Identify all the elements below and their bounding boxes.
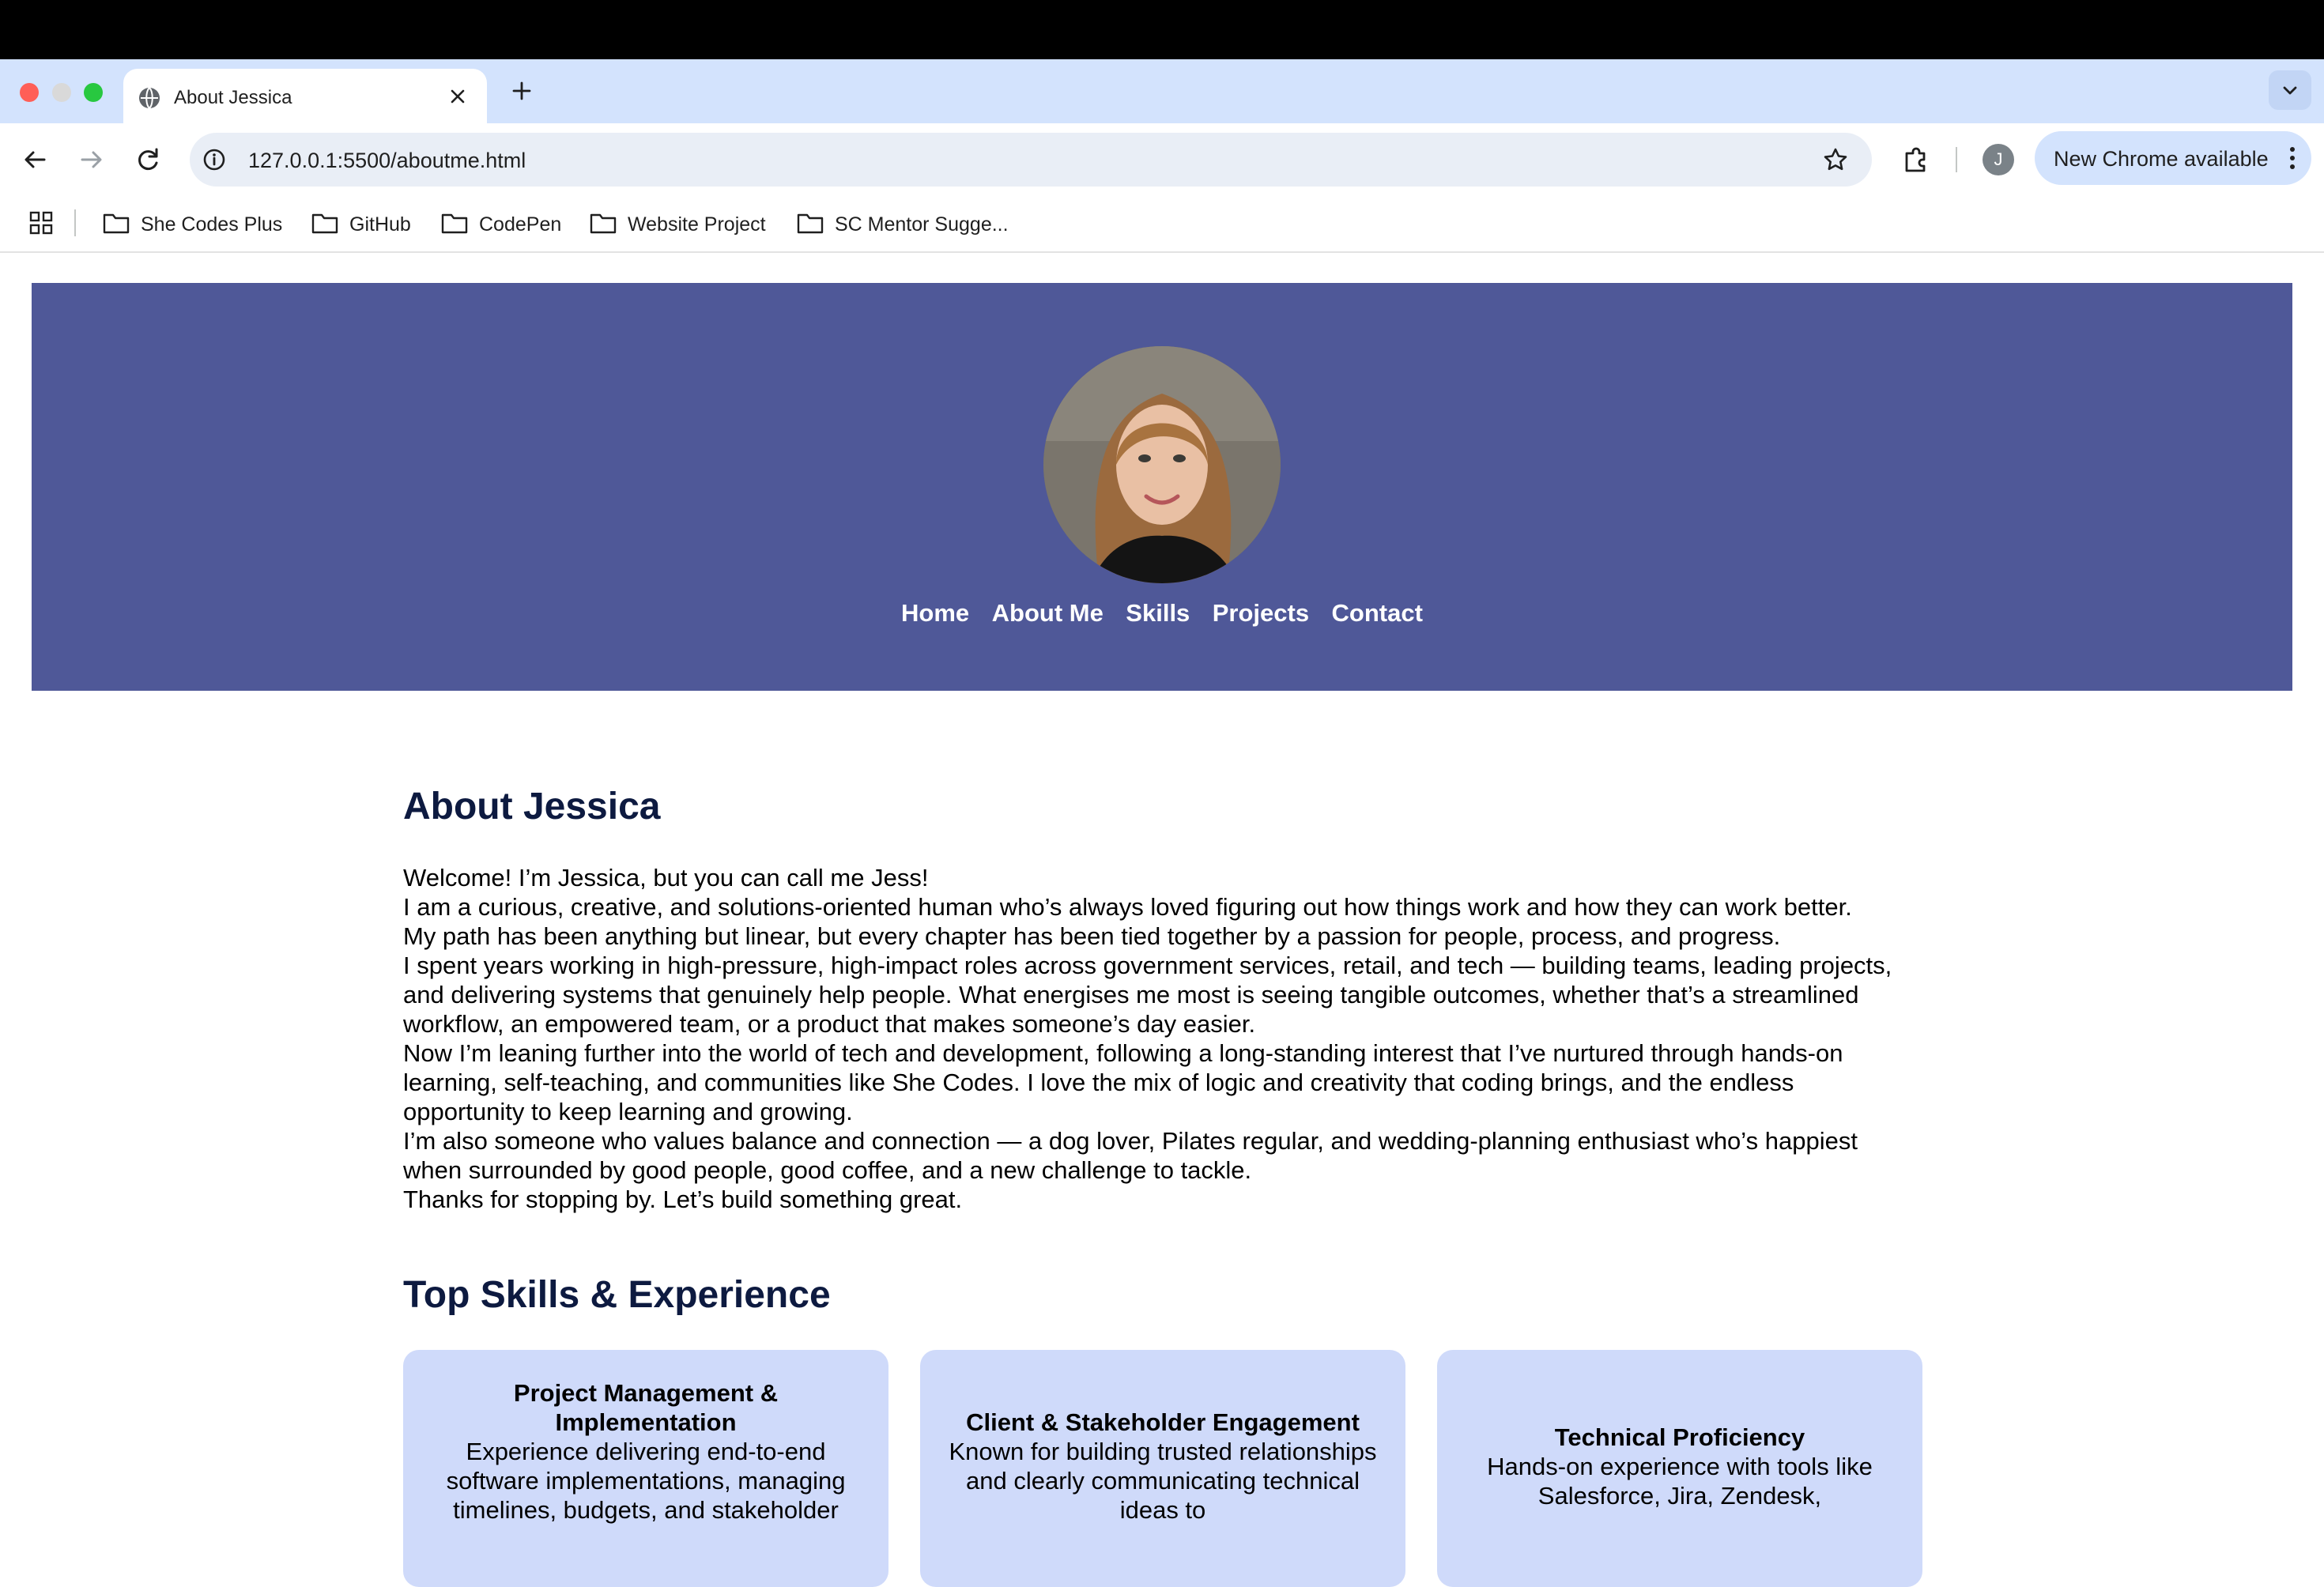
chevron-down-icon xyxy=(2283,86,2297,95)
main-nav: Home About Me Skills Projects Contact xyxy=(32,599,2292,628)
bookmark-label: GitHub xyxy=(349,213,411,236)
folder-icon xyxy=(441,213,468,234)
skill-card-title: Technical Proficiency xyxy=(1554,1423,1805,1451)
chrome-update-button[interactable]: New Chrome available xyxy=(2035,131,2311,185)
apps-grid-icon[interactable] xyxy=(28,210,54,236)
bio-paragraph: Welcome! I’m Jessica, but you can call m… xyxy=(403,864,929,892)
skill-card-title: Client & Stakeholder Engagement xyxy=(966,1408,1360,1436)
skill-card-description: Known for building trusted relationships… xyxy=(949,1438,1377,1524)
site-header: Home About Me Skills Projects Contact xyxy=(32,283,2292,691)
bio-paragraph: Now I’m leaning further into the world o… xyxy=(403,1039,1843,1125)
nav-about-me[interactable]: About Me xyxy=(992,599,1104,628)
folder-icon xyxy=(311,213,338,234)
folder-icon xyxy=(797,213,824,234)
url-text: 127.0.0.1:5500/aboutme.html xyxy=(248,149,526,172)
bookmark-star-icon[interactable] xyxy=(1821,145,1850,174)
new-tab-plus-icon[interactable] xyxy=(507,77,536,105)
skills-heading: Top Skills & Experience xyxy=(403,1274,831,1316)
bio-paragraph: Thanks for stopping by. Let’s build some… xyxy=(403,1186,963,1213)
chrome-update-label: New Chrome available xyxy=(2054,147,2269,171)
reload-icon[interactable] xyxy=(131,142,166,177)
close-icon[interactable] xyxy=(446,85,470,108)
bio-paragraph: I spent years working in high-pressure, … xyxy=(403,952,1892,1038)
about-bio: Welcome! I’m Jessica, but you can call m… xyxy=(403,863,1921,1214)
address-bar[interactable]: 127.0.0.1:5500/aboutme.html xyxy=(190,133,1872,187)
screen-top-bar xyxy=(0,0,2324,59)
skill-card-title: Project Management & Implementation xyxy=(513,1379,779,1436)
bookmark-label: SC Mentor Sugge... xyxy=(835,213,1009,236)
bookmark-label: Website Project xyxy=(628,213,766,236)
toolbar-divider xyxy=(1956,147,1957,172)
bookmark-label: CodePen xyxy=(479,213,562,236)
folder-icon xyxy=(590,213,617,234)
skill-card-description: Experience delivering end-to-end softwar… xyxy=(446,1438,846,1524)
forward-arrow-icon[interactable] xyxy=(74,142,109,177)
window-close-button[interactable] xyxy=(20,83,39,102)
more-vertical-icon[interactable] xyxy=(2288,145,2297,171)
bio-paragraph: I am a curious, creative, and solutions-… xyxy=(403,893,1852,921)
bookmarks-divider xyxy=(74,209,76,236)
bookmarks-bar: She Codes Plus GitHub CodePen Website Pr… xyxy=(0,196,2324,253)
browser-tab-strip: About Jessica xyxy=(0,59,2324,123)
folder-icon xyxy=(103,213,130,234)
tab-title: About Jessica xyxy=(174,87,292,108)
profile-photo-illustration xyxy=(1043,346,1281,583)
tab-search-button[interactable] xyxy=(2269,70,2311,110)
nav-projects[interactable]: Projects xyxy=(1213,599,1309,628)
profile-avatar[interactable]: J xyxy=(1983,144,2014,175)
nav-skills[interactable]: Skills xyxy=(1126,599,1190,628)
browser-toolbar: 127.0.0.1:5500/aboutme.html J New Chrome… xyxy=(0,123,2324,196)
bookmark-label: She Codes Plus xyxy=(141,213,283,236)
bio-paragraph: My path has been anything but linear, bu… xyxy=(403,922,1781,950)
globe-icon xyxy=(139,87,160,109)
browser-tab-active[interactable]: About Jessica xyxy=(123,69,487,123)
profile-photo xyxy=(1043,346,1281,583)
skill-card: Project Management & Implementation Expe… xyxy=(403,1350,888,1587)
bio-paragraph: I’m also someone who values balance and … xyxy=(403,1127,1858,1184)
nav-home[interactable]: Home xyxy=(901,599,969,628)
extensions-puzzle-icon[interactable] xyxy=(1899,142,1934,177)
main-content: About Jessica Welcome! I’m Jessica, but … xyxy=(403,782,1922,1587)
site-info-icon[interactable] xyxy=(201,146,228,173)
back-arrow-icon[interactable] xyxy=(17,142,52,177)
window-zoom-button[interactable] xyxy=(84,83,103,102)
skill-card: Client & Stakeholder Engagement Known fo… xyxy=(920,1350,1405,1587)
window-minimize-button[interactable] xyxy=(52,83,71,102)
nav-contact[interactable]: Contact xyxy=(1332,599,1423,628)
skill-card: Technical Proficiency Hands-on experienc… xyxy=(1437,1350,1922,1587)
about-heading: About Jessica xyxy=(403,786,661,827)
skill-card-description: Hands-on experience with tools like Sale… xyxy=(1487,1453,1873,1510)
